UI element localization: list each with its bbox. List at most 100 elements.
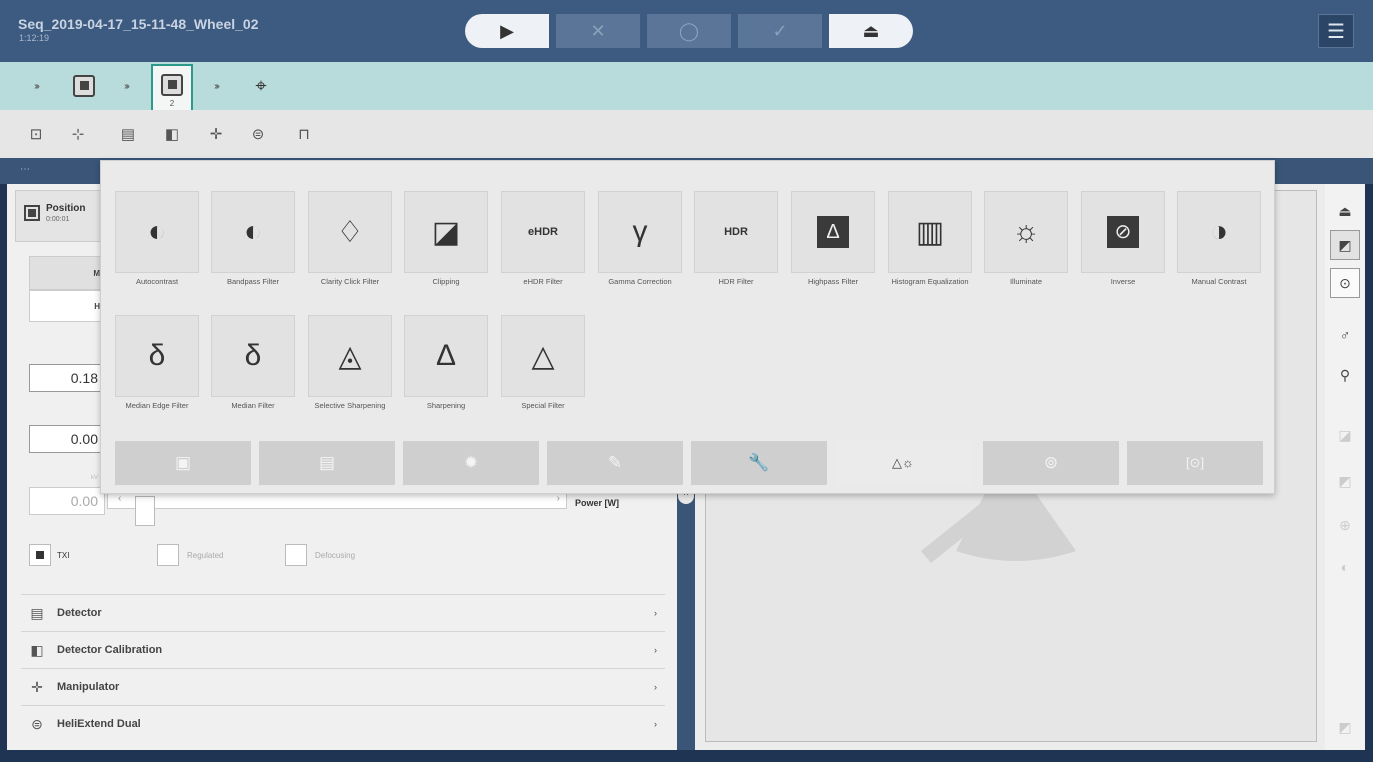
tool-7-button[interactable]: ⊓ [290,120,318,148]
position-card[interactable]: Position 0:00:01 [15,190,107,242]
play-button[interactable]: ▶ [465,14,549,48]
filter-median[interactable]: δ Median Filter [211,315,295,410]
selective-sharpen-icon: ◬ [308,315,392,397]
filter-hdr[interactable]: HDR HDR Filter [694,191,778,286]
chain-target-step[interactable]: ⌖ [248,70,274,102]
rotate-view-button[interactable]: ♂ [1330,320,1360,350]
ehdr-icon: eHDR [501,191,585,273]
manipulator-tool-button[interactable]: ✛ [202,120,230,148]
filter-clipping[interactable]: ◪ Clipping [404,191,488,286]
filter-highpass[interactable]: Δ Highpass Filter [791,191,875,286]
category-document-tab[interactable]: ▤ [259,441,395,485]
filter-gamma-correction[interactable]: γ Gamma Correction [598,191,682,286]
filter-histogram-equalization[interactable]: ▥ Histogram Equalization [888,191,972,286]
contrast-icon: ◑ [1177,191,1261,273]
calibration-tool-button[interactable]: ◧ [158,120,186,148]
category-target-tab[interactable]: ⊚ [983,441,1119,485]
window-title: Seq_2019-04-17_15-11-48_Wheel_02 [18,16,259,32]
disabled-tool-4[interactable]: ◐ [1330,552,1360,582]
filter-bandpass[interactable]: ◐ Bandpass Filter [211,191,295,286]
accordion-label: HeliExtend Dual [57,718,141,730]
accordion-detector-calibration[interactable]: ◧ Detector Calibration › [21,631,665,668]
calibration-icon: ◧ [164,126,180,143]
process-chain-bar: ››› ››› 2 ››› ⌖ [0,62,1373,110]
filter-sharpening[interactable]: Δ Sharpening [404,315,488,410]
value-field-2[interactable]: 0.00 [29,425,105,453]
category-edit-tab[interactable]: ✎ [547,441,683,485]
focus-view-button[interactable]: ⊙ [1330,268,1360,298]
txi-checkbox[interactable] [29,544,51,566]
cancel-button[interactable]: ✕ [556,14,640,48]
disabled-tool-5[interactable]: ◩ [1330,712,1360,742]
eject-view-button[interactable]: ⏏ [1330,196,1360,226]
heliextend-icon: ⊜ [251,126,265,143]
filter-median-edge[interactable]: δ Median Edge Filter [115,315,199,410]
scanner-icon: ⊓ [298,126,310,143]
edit-icon: ✎ [607,453,623,472]
filter-manual-contrast[interactable]: ◑ Manual Contrast [1177,191,1261,286]
wrench-icon: 🔧 [748,453,770,472]
filter-picker-popup: ◐ Autocontrast ◐ Bandpass Filter ♢ Clari… [100,160,1275,494]
check-icon: ✓ [772,20,788,41]
regulated-checkbox[interactable] [157,544,179,566]
contrast-icon: ◐ [1340,559,1350,575]
special-filter-icon: △ [501,315,585,397]
category-image-tab[interactable]: ▣ [115,441,251,485]
filter-inverse[interactable]: ⊘ Inverse [1081,191,1165,286]
chain-step-1[interactable] [72,70,96,102]
category-tools-tab[interactable]: 🔧 [691,441,827,485]
record-button[interactable]: ◯ [647,14,731,48]
accordion-manipulator[interactable]: ✛ Manipulator › [21,668,665,705]
disabled-tool-3[interactable]: ⊕ [1330,510,1360,540]
tool-2-button[interactable]: ⊹ [64,120,92,148]
value-field-1[interactable]: 0.18 [29,364,105,392]
disabled-tool-1[interactable]: ◪ [1330,420,1360,450]
filter-clarity-click[interactable]: ♢ Clarity Click Filter [308,191,392,286]
tool-1-button[interactable]: ⊡ [22,120,50,148]
defocusing-checkbox[interactable] [285,544,307,566]
segment-a-label: M [93,269,100,278]
accordion-label: Detector [57,607,102,619]
filter-label: Sharpening [426,401,466,410]
image-view-button[interactable]: ◩ [1330,230,1360,260]
category-settings-tab[interactable]: ✹ [403,441,539,485]
category-region-tab[interactable]: [⊙] [1127,441,1263,485]
accordion-heliextend-dual[interactable]: ⊜ HeliExtend Dual › [21,705,665,742]
txi-label: TXI [57,551,70,560]
mode-segment-b[interactable]: H [29,290,107,322]
filter-label: Selective Sharpening [314,401,386,410]
chain-step-2-active[interactable]: 2 [151,64,193,110]
transport-controls: ▶ ✕ ◯ ✓ ⏏ [465,14,913,48]
category-filters-tab[interactable]: △☼ [835,441,971,485]
filter-ehdr[interactable]: eHDR eHDR Filter [501,191,585,286]
more-icon: ⋯ [20,164,30,175]
filter-label: Clipping [432,277,460,286]
value-field-3[interactable]: 0.00 [29,487,105,515]
menu-button[interactable]: ☰ [1318,14,1354,48]
play-icon: ▶ [500,20,514,41]
filter-special[interactable]: △ Special Filter [501,315,585,410]
manipulator-icon: ✛ [31,678,43,695]
heliextend-tool-button[interactable]: ⊜ [244,120,272,148]
filter-label: Manual Contrast [1191,277,1247,286]
tilt-view-button[interactable]: ⚲ [1330,360,1360,390]
mode-segment-a[interactable]: M [29,256,107,290]
disabled-tool-2[interactable]: ◩ [1330,466,1360,496]
confirm-button[interactable]: ✓ [738,14,822,48]
eject-button[interactable]: ⏏ [829,14,913,48]
histogram-icon: ▥ [888,191,972,273]
frame-icon: ⊡ [29,126,43,143]
filter-selective-sharpening[interactable]: ◬ Selective Sharpening [308,315,392,410]
filter-label: Histogram Equalization [891,277,969,286]
step-number: 2 [169,99,175,108]
power-slider-thumb[interactable] [135,496,155,526]
accordion-detector[interactable]: ▤ Detector › [21,594,665,631]
filter-label: Gamma Correction [608,277,672,286]
detector-tool-button[interactable]: ▤ [114,120,142,148]
filter-illuminate[interactable]: ☼ Illuminate [984,191,1068,286]
filter-label: Special Filter [521,401,565,410]
detector-icon: ▤ [120,126,136,143]
filter-autocontrast[interactable]: ◐ Autocontrast [115,191,199,286]
gallery-icon: ◩ [1338,718,1352,735]
diamond-icon: ♢ [308,191,392,273]
